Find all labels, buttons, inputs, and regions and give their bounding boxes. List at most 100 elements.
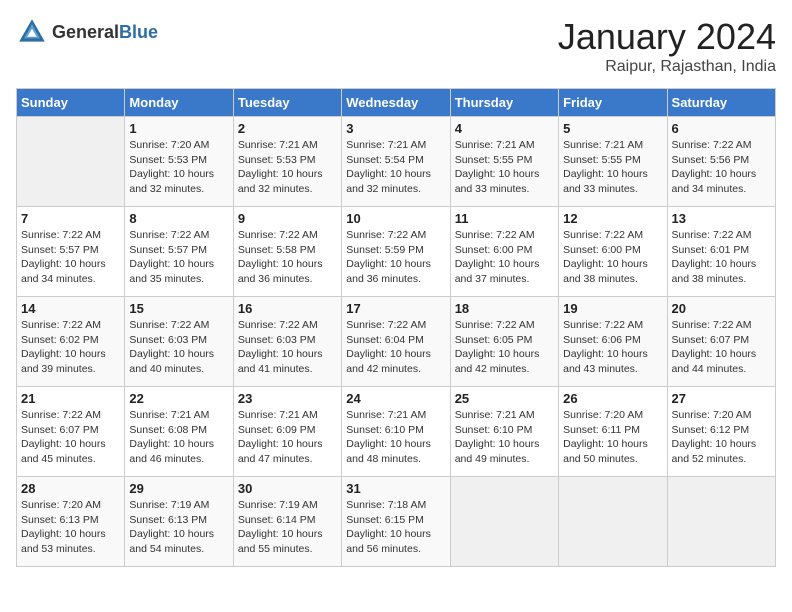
day-info: Sunrise: 7:22 AMSunset: 6:00 PMDaylight:… (563, 228, 662, 287)
day-info: Sunrise: 7:22 AMSunset: 6:06 PMDaylight:… (563, 318, 662, 377)
day-info: Sunrise: 7:22 AMSunset: 5:57 PMDaylight:… (129, 228, 228, 287)
day-info: Sunrise: 7:21 AMSunset: 5:55 PMDaylight:… (563, 138, 662, 197)
month-year-title: January 2024 (558, 16, 776, 58)
day-number: 4 (455, 121, 554, 136)
day-number: 2 (238, 121, 337, 136)
weekday-header-sunday: Sunday (17, 89, 125, 117)
calendar-week-row: 28 Sunrise: 7:20 AMSunset: 6:13 PMDayligh… (17, 477, 776, 567)
calendar-week-row: 7 Sunrise: 7:22 AMSunset: 5:57 PMDaylight… (17, 207, 776, 297)
calendar-cell: 4 Sunrise: 7:21 AMSunset: 5:55 PMDaylight… (450, 117, 558, 207)
day-info: Sunrise: 7:22 AMSunset: 6:07 PMDaylight:… (672, 318, 771, 377)
day-info: Sunrise: 7:22 AMSunset: 5:57 PMDaylight:… (21, 228, 120, 287)
day-info: Sunrise: 7:22 AMSunset: 6:03 PMDaylight:… (238, 318, 337, 377)
day-number: 21 (21, 391, 120, 406)
calendar-cell: 8 Sunrise: 7:22 AMSunset: 5:57 PMDaylight… (125, 207, 233, 297)
calendar-cell: 18Sunrise: 7:22 AMSunset: 6:05 PMDayligh… (450, 297, 558, 387)
day-number: 26 (563, 391, 662, 406)
calendar-cell: 30 Sunrise: 7:19 AMSunset: 6:14 PMDayligh… (233, 477, 341, 567)
calendar-cell: 27 Sunrise: 7:20 AMSunset: 6:12 PMDayligh… (667, 387, 775, 477)
calendar-week-row: 14Sunrise: 7:22 AMSunset: 6:02 PMDayligh… (17, 297, 776, 387)
weekday-header-thursday: Thursday (450, 89, 558, 117)
day-number: 9 (238, 211, 337, 226)
calendar-cell: 31 Sunrise: 7:18 AMSunset: 6:15 PMDayligh… (342, 477, 450, 567)
calendar-cell: 6Sunrise: 7:22 AMSunset: 5:56 PMDaylight… (667, 117, 775, 207)
day-info: Sunrise: 7:18 AMSunset: 6:15 PMDaylight:… (346, 498, 445, 557)
weekday-header-monday: Monday (125, 89, 233, 117)
logo-general-text: General (52, 22, 119, 42)
day-info: Sunrise: 7:20 AMSunset: 6:12 PMDaylight:… (672, 408, 771, 467)
day-number: 8 (129, 211, 228, 226)
day-number: 16 (238, 301, 337, 316)
day-number: 28 (21, 481, 120, 496)
day-number: 31 (346, 481, 445, 496)
day-number: 20 (672, 301, 771, 316)
day-number: 1 (129, 121, 228, 136)
day-info: Sunrise: 7:22 AMSunset: 6:02 PMDaylight:… (21, 318, 120, 377)
day-number: 6 (672, 121, 771, 136)
page-header: GeneralBlue January 2024 Raipur, Rajasth… (16, 16, 776, 76)
calendar-cell: 3 Sunrise: 7:21 AMSunset: 5:54 PMDaylight… (342, 117, 450, 207)
day-info: Sunrise: 7:20 AMSunset: 5:53 PMDaylight:… (129, 138, 228, 197)
day-number: 25 (455, 391, 554, 406)
calendar-cell: 29Sunrise: 7:19 AMSunset: 6:13 PMDayligh… (125, 477, 233, 567)
day-info: Sunrise: 7:21 AMSunset: 6:09 PMDaylight:… (238, 408, 337, 467)
day-number: 13 (672, 211, 771, 226)
weekday-header-friday: Friday (559, 89, 667, 117)
calendar-cell: 26 Sunrise: 7:20 AMSunset: 6:11 PMDayligh… (559, 387, 667, 477)
day-info: Sunrise: 7:21 AMSunset: 5:54 PMDaylight:… (346, 138, 445, 197)
calendar-cell: 24 Sunrise: 7:21 AMSunset: 6:10 PMDayligh… (342, 387, 450, 477)
calendar-cell: 2 Sunrise: 7:21 AMSunset: 5:53 PMDaylight… (233, 117, 341, 207)
day-number: 5 (563, 121, 662, 136)
day-info: Sunrise: 7:22 AMSunset: 6:00 PMDaylight:… (455, 228, 554, 287)
weekday-header-saturday: Saturday (667, 89, 775, 117)
calendar-cell (17, 117, 125, 207)
day-info: Sunrise: 7:20 AMSunset: 6:11 PMDaylight:… (563, 408, 662, 467)
calendar-cell (559, 477, 667, 567)
day-number: 24 (346, 391, 445, 406)
calendar-cell: 23 Sunrise: 7:21 AMSunset: 6:09 PMDayligh… (233, 387, 341, 477)
day-number: 7 (21, 211, 120, 226)
day-info: Sunrise: 7:21 AMSunset: 5:53 PMDaylight:… (238, 138, 337, 197)
title-block: January 2024 Raipur, Rajasthan, India (558, 16, 776, 76)
weekday-header-tuesday: Tuesday (233, 89, 341, 117)
day-info: Sunrise: 7:19 AMSunset: 6:14 PMDaylight:… (238, 498, 337, 557)
day-info: Sunrise: 7:22 AMSunset: 6:05 PMDaylight:… (455, 318, 554, 377)
day-number: 12 (563, 211, 662, 226)
day-number: 3 (346, 121, 445, 136)
day-info: Sunrise: 7:22 AMSunset: 6:04 PMDaylight:… (346, 318, 445, 377)
calendar-cell: 17Sunrise: 7:22 AMSunset: 6:04 PMDayligh… (342, 297, 450, 387)
day-info: Sunrise: 7:22 AMSunset: 6:07 PMDaylight:… (21, 408, 120, 467)
calendar-cell: 15Sunrise: 7:22 AMSunset: 6:03 PMDayligh… (125, 297, 233, 387)
calendar-header-row: SundayMondayTuesdayWednesdayThursdayFrid… (17, 89, 776, 117)
calendar-cell: 14Sunrise: 7:22 AMSunset: 6:02 PMDayligh… (17, 297, 125, 387)
calendar-cell: 12 Sunrise: 7:22 AMSunset: 6:00 PMDayligh… (559, 207, 667, 297)
day-info: Sunrise: 7:21 AMSunset: 5:55 PMDaylight:… (455, 138, 554, 197)
weekday-header-wednesday: Wednesday (342, 89, 450, 117)
day-info: Sunrise: 7:21 AMSunset: 6:08 PMDaylight:… (129, 408, 228, 467)
day-info: Sunrise: 7:20 AMSunset: 6:13 PMDaylight:… (21, 498, 120, 557)
calendar-cell: 20 Sunrise: 7:22 AMSunset: 6:07 PMDayligh… (667, 297, 775, 387)
day-number: 10 (346, 211, 445, 226)
calendar-cell: 10Sunrise: 7:22 AMSunset: 5:59 PMDayligh… (342, 207, 450, 297)
day-number: 19 (563, 301, 662, 316)
day-number: 29 (129, 481, 228, 496)
calendar-cell: 1 Sunrise: 7:20 AMSunset: 5:53 PMDaylight… (125, 117, 233, 207)
calendar-cell: 7 Sunrise: 7:22 AMSunset: 5:57 PMDaylight… (17, 207, 125, 297)
day-info: Sunrise: 7:22 AMSunset: 5:58 PMDaylight:… (238, 228, 337, 287)
day-number: 23 (238, 391, 337, 406)
calendar-cell (667, 477, 775, 567)
calendar-week-row: 21 Sunrise: 7:22 AMSunset: 6:07 PMDayligh… (17, 387, 776, 477)
day-number: 30 (238, 481, 337, 496)
calendar-table: SundayMondayTuesdayWednesdayThursdayFrid… (16, 88, 776, 567)
calendar-cell: 21 Sunrise: 7:22 AMSunset: 6:07 PMDayligh… (17, 387, 125, 477)
calendar-cell: 22Sunrise: 7:21 AMSunset: 6:08 PMDayligh… (125, 387, 233, 477)
calendar-cell: 28 Sunrise: 7:20 AMSunset: 6:13 PMDayligh… (17, 477, 125, 567)
day-info: Sunrise: 7:21 AMSunset: 6:10 PMDaylight:… (346, 408, 445, 467)
calendar-week-row: 1 Sunrise: 7:20 AMSunset: 5:53 PMDaylight… (17, 117, 776, 207)
calendar-cell: 5 Sunrise: 7:21 AMSunset: 5:55 PMDaylight… (559, 117, 667, 207)
calendar-cell: 25Sunrise: 7:21 AMSunset: 6:10 PMDayligh… (450, 387, 558, 477)
day-number: 27 (672, 391, 771, 406)
calendar-cell: 13 Sunrise: 7:22 AMSunset: 6:01 PMDayligh… (667, 207, 775, 297)
day-info: Sunrise: 7:22 AMSunset: 6:01 PMDaylight:… (672, 228, 771, 287)
calendar-cell: 19 Sunrise: 7:22 AMSunset: 6:06 PMDayligh… (559, 297, 667, 387)
